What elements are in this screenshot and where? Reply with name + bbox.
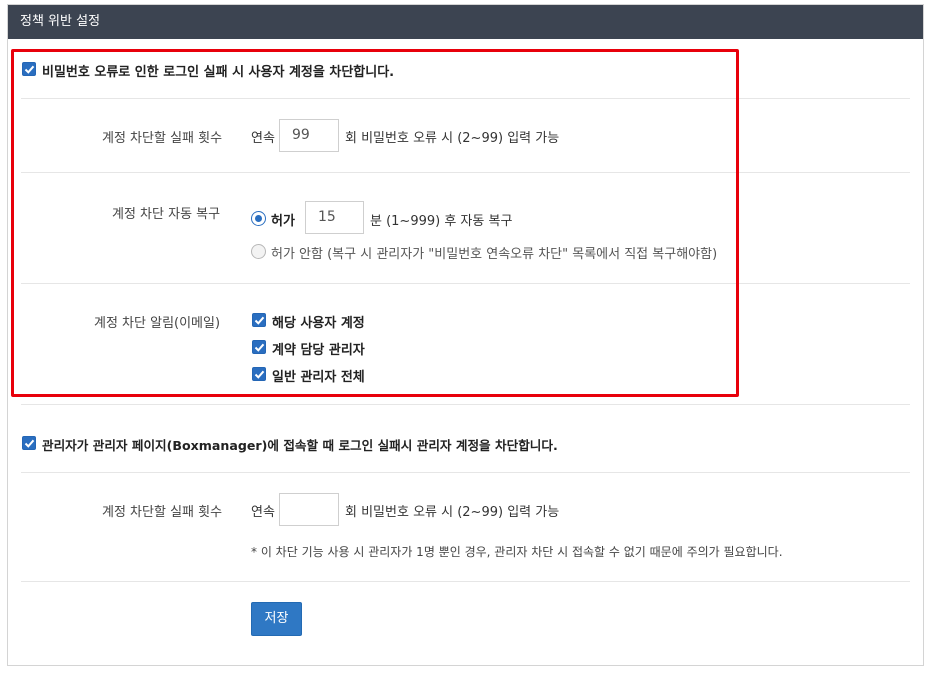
check-icon	[254, 343, 265, 352]
divider	[21, 172, 910, 173]
block-admin-checkbox[interactable]	[22, 436, 36, 450]
panel-title: 정책 위반 설정	[8, 5, 923, 39]
notify-contract-admin-label[interactable]: 계약 담당 관리자	[272, 339, 365, 358]
notify-contract-admin-checkbox[interactable]	[252, 340, 266, 354]
check-icon	[24, 439, 35, 448]
policy-violation-panel: 정책 위반 설정	[7, 4, 924, 666]
block-user-checkbox-label[interactable]: 비밀번호 오류로 인한 로그인 실패 시 사용자 계정을 차단합니다.	[42, 61, 394, 80]
block-user-checkbox[interactable]	[22, 62, 36, 76]
admin-fail-count-input[interactable]	[279, 493, 339, 526]
auto-restore-minutes-suffix: 분 (1~999) 후 자동 복구	[370, 214, 513, 229]
block-admin-checkbox-label[interactable]: 관리자가 관리자 페이지(Boxmanager)에 접속할 때 로그인 실패시 …	[42, 435, 558, 454]
divider	[21, 472, 910, 473]
divider	[21, 404, 910, 405]
fail-count-label: 계정 차단할 실패 횟수	[102, 131, 223, 146]
divider	[21, 581, 910, 582]
admin-fail-count-label: 계정 차단할 실패 횟수	[102, 505, 223, 520]
auto-restore-deny-radio[interactable]	[251, 244, 266, 259]
notify-all-admins-label[interactable]: 일반 관리자 전체	[272, 366, 365, 385]
fail-count-suffix: 회 비밀번호 오류 시 (2~99) 입력 가능	[345, 131, 560, 146]
fail-count-input[interactable]: 99	[279, 119, 339, 152]
save-button[interactable]: 저장	[251, 602, 302, 636]
divider	[21, 98, 910, 99]
notify-user-checkbox[interactable]	[252, 313, 266, 327]
check-icon	[24, 65, 35, 74]
admin-fail-count-suffix: 회 비밀번호 오류 시 (2~99) 입력 가능	[345, 505, 560, 520]
admin-fail-count-prefix: 연속	[251, 505, 275, 520]
check-icon	[254, 370, 265, 379]
notify-all-admins-checkbox[interactable]	[252, 367, 266, 381]
notify-user-label[interactable]: 해당 사용자 계정	[272, 312, 365, 331]
auto-restore-allow-label[interactable]: 허가	[271, 210, 295, 229]
check-icon	[254, 316, 265, 325]
auto-restore-allow-radio[interactable]	[251, 211, 266, 226]
auto-restore-label: 계정 차단 자동 복구	[112, 207, 221, 222]
auto-restore-deny-label[interactable]: 허가 안함 (복구 시 관리자가 "비밀번호 연속오류 차단" 목록에서 직접 …	[271, 243, 717, 262]
auto-restore-minutes-input[interactable]: 15	[305, 201, 364, 234]
notify-label: 계정 차단 알림(이메일)	[94, 316, 221, 331]
divider	[21, 283, 910, 284]
fail-count-prefix: 연속	[251, 131, 275, 146]
admin-block-warning-note: * 이 차단 기능 사용 시 관리자가 1명 뿐인 경우, 관리자 차단 시 접…	[251, 545, 783, 559]
